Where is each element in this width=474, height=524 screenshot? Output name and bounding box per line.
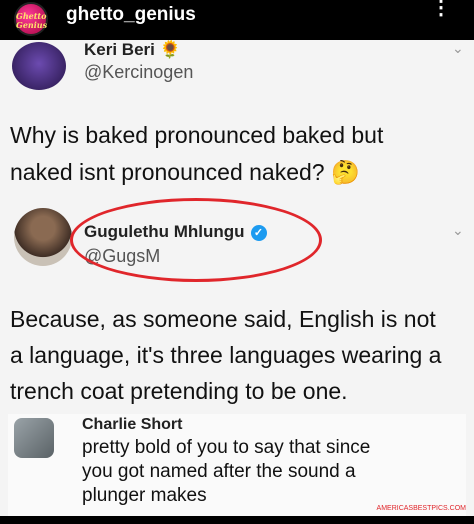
reply-text-line-3: plunger makes (82, 485, 207, 506)
watermark: AMERICASBESTPICS.COM (376, 505, 466, 512)
account-avatar[interactable]: Ghetto Genius (14, 2, 48, 36)
post-image: Keri Beri 🌻 @Kercinogen ⌄ Why is baked p… (0, 40, 474, 524)
tweet1-chevron-down-icon: ⌄ (452, 40, 464, 56)
account-username[interactable]: ghetto_genius (66, 4, 196, 26)
bottom-bar (0, 516, 474, 524)
reply-text: pretty bold of you to say that since you… (82, 436, 422, 508)
avatar-logo-text: Ghetto Genius (16, 11, 48, 30)
reply-author-name: Charlie Short (82, 416, 183, 433)
tweet2-text-line-1: Because, as someone said, English is not (10, 306, 436, 332)
tweet1-handle: @Kercinogen (84, 62, 194, 82)
tweet2-text-line-2: a language, it's three languages wearing… (10, 342, 442, 368)
instagram-header: Ghetto Genius ghetto_genius ⋮ (0, 0, 474, 40)
reply-text-line-2: you got named after the sound a (82, 461, 356, 482)
tweet2-chevron-down-icon: ⌄ (452, 222, 464, 238)
tweet2-text-line-3: trench coat pretending to be one. (10, 378, 348, 404)
tweet1-avatar (12, 42, 66, 90)
tweet1-text-line-2: naked isnt pronounced naked? 🤔 (10, 159, 360, 185)
tweet1-author-name: Keri Beri 🌻 (84, 40, 181, 59)
more-options-icon[interactable]: ⋮ (431, 0, 452, 18)
tweet1-text-line-1: Why is baked pronounced baked but (10, 122, 384, 148)
reply-text-line-1: pretty bold of you to say that since (82, 437, 371, 458)
reply-avatar (14, 418, 54, 458)
red-highlight-circle (70, 198, 322, 282)
tweet2-avatar (14, 208, 72, 266)
